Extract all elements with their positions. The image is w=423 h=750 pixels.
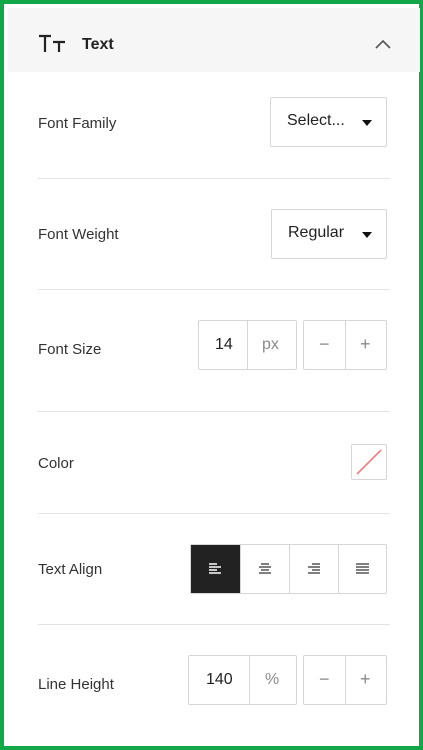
minus-icon: − xyxy=(319,669,330,689)
font-size-stepper: − + xyxy=(303,320,387,370)
font-size-field: 14 px xyxy=(198,320,297,370)
color-swatch[interactable] xyxy=(351,444,387,480)
plus-icon: + xyxy=(360,669,371,689)
line-height-label: Line Height xyxy=(38,676,114,693)
align-center-button[interactable] xyxy=(241,545,289,593)
divider xyxy=(38,289,390,290)
font-family-label: Font Family xyxy=(38,115,117,132)
separator xyxy=(249,656,250,704)
align-justify-button[interactable] xyxy=(339,545,386,593)
divider xyxy=(38,411,390,412)
chevron-up-icon[interactable] xyxy=(372,35,394,53)
no-color-swatch-icon xyxy=(356,449,382,475)
font-family-select[interactable]: Select... xyxy=(270,97,387,147)
text-align-group xyxy=(190,544,387,594)
align-right-button[interactable] xyxy=(290,545,338,593)
text-type-icon xyxy=(39,34,65,52)
divider xyxy=(38,178,390,179)
separator xyxy=(247,321,248,369)
section-header[interactable]: Text xyxy=(8,8,420,72)
caret-down-icon xyxy=(362,120,372,126)
align-left-button[interactable] xyxy=(191,545,240,593)
minus-icon: − xyxy=(319,334,330,354)
line-height-input[interactable]: 140 xyxy=(206,671,233,689)
divider xyxy=(38,513,390,514)
font-size-increment-button[interactable]: + xyxy=(346,321,386,369)
plus-icon: + xyxy=(360,334,371,354)
font-weight-value: Regular xyxy=(288,224,345,241)
line-height-field: 140 % xyxy=(188,655,297,705)
line-height-increment-button[interactable]: + xyxy=(346,656,386,704)
font-weight-label: Font Weight xyxy=(38,226,119,243)
font-size-unit: px xyxy=(262,336,279,353)
font-family-value: Select... xyxy=(287,112,345,129)
align-justify-icon xyxy=(356,563,369,574)
line-height-stepper: − + xyxy=(303,655,387,705)
font-size-input[interactable]: 14 xyxy=(215,336,233,354)
font-weight-select[interactable]: Regular xyxy=(271,209,387,259)
font-size-decrement-button[interactable]: − xyxy=(304,321,345,369)
divider xyxy=(38,624,390,625)
line-height-unit: % xyxy=(265,671,280,688)
line-height-decrement-button[interactable]: − xyxy=(304,656,345,704)
color-label: Color xyxy=(38,455,74,472)
section-title: Text xyxy=(82,36,114,53)
text-settings-panel: Text Font Family Select... Font Weight R… xyxy=(0,0,423,750)
align-left-icon xyxy=(209,563,221,574)
text-align-label: Text Align xyxy=(38,561,103,578)
font-size-label: Font Size xyxy=(38,341,102,358)
caret-down-icon xyxy=(362,232,372,238)
align-right-icon xyxy=(308,563,320,574)
align-center-icon xyxy=(259,563,271,574)
